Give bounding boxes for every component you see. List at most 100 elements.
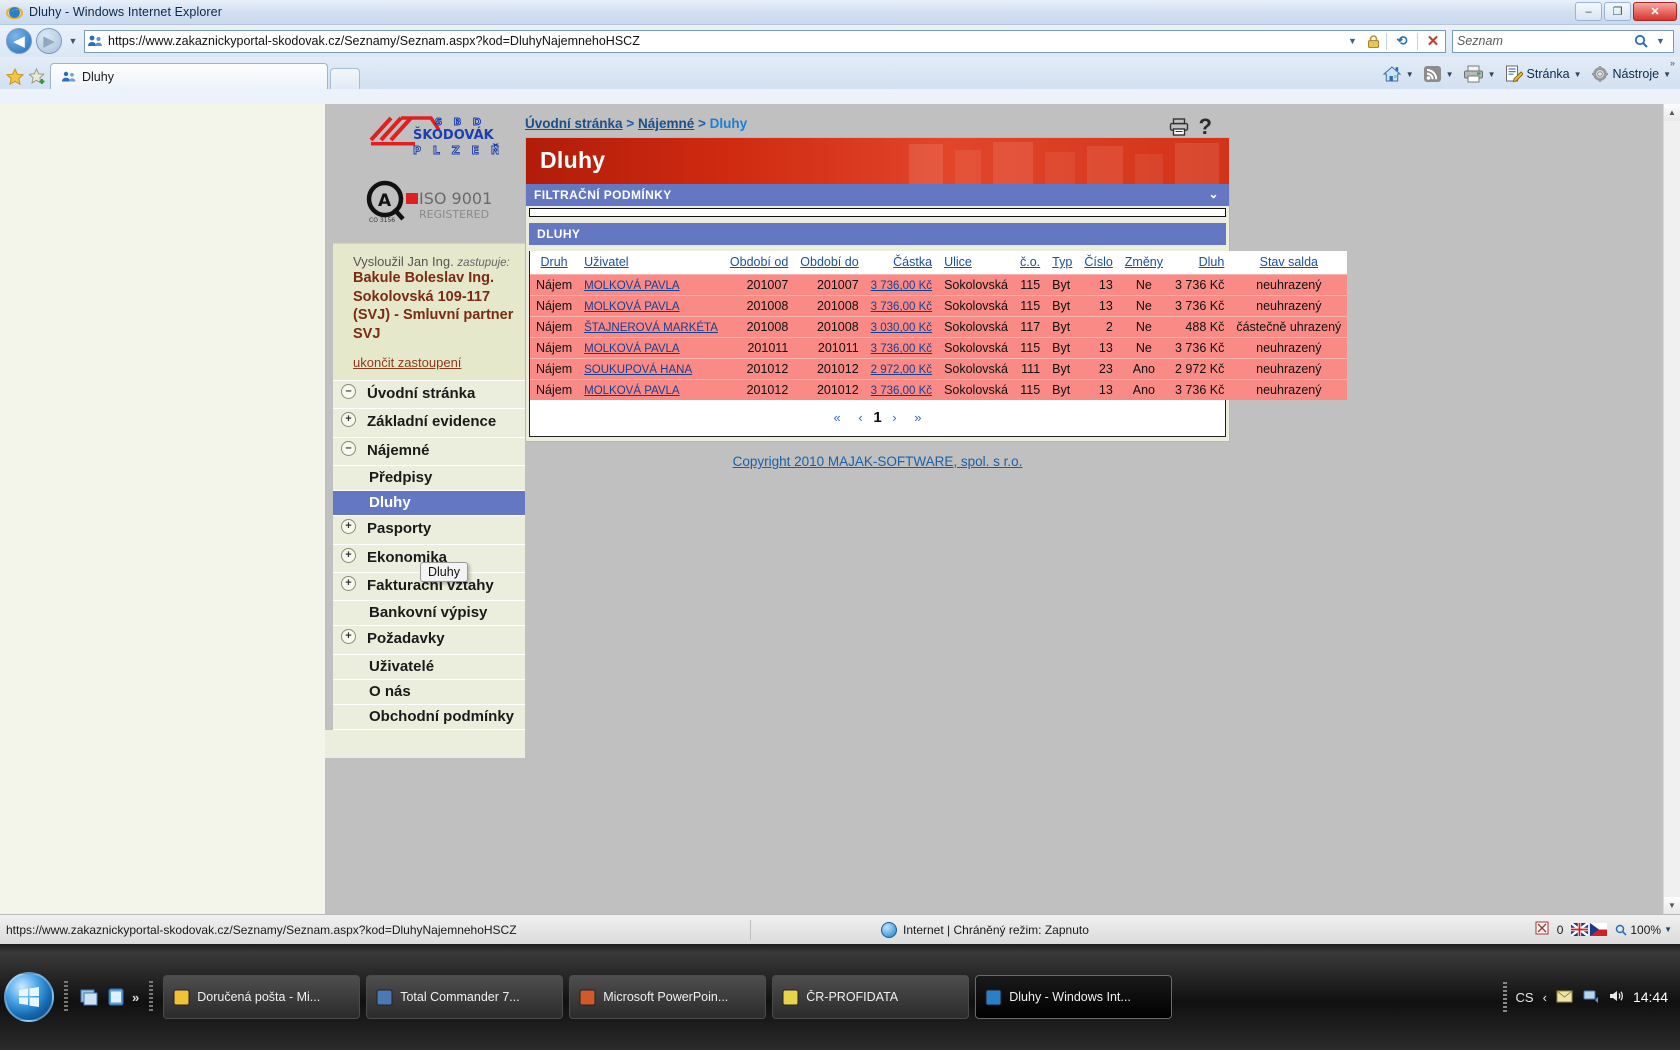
more-commands-icon[interactable]: » [1670, 58, 1675, 68]
user-link[interactable]: SOUKUPOVÁ HANA [584, 364, 692, 376]
column-header-dluh[interactable]: Dluh [1169, 251, 1231, 275]
recent-pages-dropdown-icon[interactable]: ▼ [66, 36, 80, 46]
column-header-zm-ny[interactable]: Změny [1118, 251, 1169, 275]
chevron-double-down-icon[interactable]: ⌄ [1209, 187, 1219, 201]
refresh-icon[interactable]: ⟲ [1392, 33, 1412, 49]
language-indicator[interactable]: CS [1516, 990, 1534, 1005]
chevron-down-icon[interactable]: ▼ [1664, 925, 1672, 934]
minimize-button[interactable]: – [1575, 2, 1602, 21]
end-representation-link[interactable]: ukončit zastoupení [353, 355, 461, 370]
sidebar-item-z-kladn-evidence[interactable]: + Základní evidence [333, 409, 525, 438]
breadcrumb-home[interactable]: Úvodní stránka [525, 116, 623, 131]
maximize-button[interactable]: ❐ [1604, 2, 1631, 21]
sidebar-item-po-adavky[interactable]: + Požadavky [333, 626, 525, 655]
table-row[interactable]: Nájem MOLKOVÁ PAVLA 201012 201012 3 736,00 K… [530, 379, 1348, 400]
user-link[interactable]: MOLKOVÁ PAVLA [584, 385, 679, 397]
sidebar-item-o-n-s[interactable]: O nás [333, 680, 525, 706]
home-button[interactable]: ▼ [1379, 62, 1417, 86]
amount-link[interactable]: 3 030,00 Kč [871, 322, 932, 334]
table-row[interactable]: Nájem ŠTAJNEROVÁ MARKÉTA 201008 201008 3 030… [530, 316, 1348, 338]
switch-windows-icon[interactable] [105, 986, 127, 1008]
table-row[interactable]: Nájem SOUKUPOVÁ HANA 201012 201012 2 972,00 … [530, 358, 1348, 380]
amount-link[interactable]: 3 736,00 Kč [871, 343, 932, 355]
user-link[interactable]: MOLKOVÁ PAVLA [584, 280, 679, 292]
stop-icon[interactable]: ✕ [1423, 32, 1443, 50]
search-icon[interactable] [1634, 34, 1648, 48]
address-dropdown-icon[interactable]: ▼ [1344, 36, 1361, 46]
expand-icon[interactable]: + [341, 575, 356, 591]
back-button[interactable]: ◀ [6, 28, 32, 54]
user-link[interactable]: MOLKOVÁ PAVLA [584, 301, 679, 313]
copyright-link[interactable]: Copyright 2010 MAJAK-SOFTWARE, spol. s r… [733, 454, 1023, 469]
new-tab-button[interactable] [330, 68, 360, 89]
print-button[interactable]: ▼ [1460, 62, 1499, 86]
chevron-down-icon[interactable]: ▼ [1663, 70, 1671, 79]
table-row[interactable]: Nájem MOLKOVÁ PAVLA 201008 201008 3 736,00 K… [530, 295, 1348, 317]
feeds-button[interactable]: ▼ [1420, 62, 1457, 86]
page-vertical-scrollbar[interactable]: ▲ ▼ [1663, 104, 1680, 914]
zoom-level[interactable]: 100% ▼ [1615, 923, 1672, 937]
script-error-icon[interactable] [1535, 921, 1549, 938]
sidebar-item-p-edpisy[interactable]: Předpisy [333, 466, 525, 492]
close-button[interactable]: ✕ [1633, 2, 1677, 21]
sidebar-item-bankovn-v-pisy[interactable]: Bankovní výpisy [333, 601, 525, 627]
page-menu-button[interactable]: Stránka ▼ [1502, 62, 1585, 86]
pager-last[interactable]: » [914, 410, 921, 425]
collapse-icon[interactable]: – [341, 440, 356, 456]
start-button[interactable] [4, 972, 54, 1022]
chevron-down-icon[interactable]: ▼ [1406, 70, 1414, 79]
sidebar-item-dluhy[interactable]: Dluhy [333, 491, 525, 517]
filter-panel-header[interactable]: FILTRAČNÍ PODMÍNKY ⌄ [526, 184, 1229, 206]
column-header-ulice[interactable]: Ulice [938, 251, 1014, 275]
taskbar-button[interactable]: Dluhy - Windows Int... [975, 975, 1173, 1019]
taskbar-button[interactable]: Total Commander 7... [366, 975, 564, 1019]
sidebar-item-pasporty[interactable]: + Pasporty [333, 516, 525, 545]
tray-overflow-icon[interactable]: ‹ [1543, 990, 1547, 1005]
taskbar-button[interactable]: Doručená pošta - Mi... [163, 975, 361, 1019]
add-to-favorites-icon[interactable] [28, 63, 48, 89]
scroll-up-arrow-icon[interactable]: ▲ [1664, 104, 1680, 121]
user-link[interactable]: ŠTAJNEROVÁ MARKÉTA [584, 322, 718, 334]
column-header-u-ivatel[interactable]: Uživatel [578, 251, 724, 275]
table-row[interactable]: Nájem MOLKOVÁ PAVLA 201007 201007 3 736,00 K… [530, 274, 1348, 296]
toolbar-grip[interactable] [64, 981, 68, 1013]
amount-link[interactable]: 3 736,00 Kč [871, 385, 932, 397]
sidebar-item-obchodn-podm-nky[interactable]: Obchodní podmínky [333, 705, 525, 731]
amount-link[interactable]: 3 736,00 Kč [871, 280, 932, 292]
user-link[interactable]: MOLKOVÁ PAVLA [584, 343, 679, 355]
pager-prev[interactable]: ‹ [858, 410, 862, 425]
mail-tray-icon[interactable] [1556, 989, 1573, 1006]
amount-link[interactable]: 3 736,00 Kč [871, 301, 932, 313]
chevron-down-icon[interactable]: ▼ [1574, 70, 1582, 79]
tray-grip[interactable] [1502, 982, 1507, 1012]
column-header-obdob-od[interactable]: Období od [723, 251, 795, 275]
column-header-stav-salda[interactable]: Stav salda [1230, 251, 1348, 275]
column-header-o[interactable]: č.o. [1014, 251, 1047, 275]
column-header-stka[interactable]: Částka [864, 251, 939, 275]
sidebar-item-vodn-str-nka[interactable]: – Úvodní stránka [333, 381, 525, 410]
address-bar[interactable]: https://www.zakaznickyportal-skodovak.cz… [84, 29, 1446, 53]
sidebar-item-n-jemn[interactable]: – Nájemné [333, 438, 525, 466]
taskbar-button[interactable]: ČR-PROFIDATA [772, 975, 970, 1019]
tools-menu-button[interactable]: Nástroje ▼ [1588, 62, 1674, 86]
network-tray-icon[interactable] [1582, 989, 1599, 1006]
favorites-star-icon[interactable] [4, 63, 26, 89]
pager-next[interactable]: › [892, 410, 896, 425]
chevron-down-icon[interactable]: ▼ [1446, 70, 1454, 79]
pager-first[interactable]: « [834, 410, 841, 425]
search-provider-dropdown-icon[interactable]: ▼ [1652, 36, 1669, 46]
scroll-down-arrow-icon[interactable]: ▼ [1664, 897, 1680, 914]
chevron-down-icon[interactable]: ▼ [1488, 70, 1496, 79]
column-header-slo[interactable]: Číslo [1078, 251, 1119, 275]
show-desktop-icon[interactable] [78, 986, 100, 1008]
taskbar-button[interactable]: Microsoft PowerPoin... [569, 975, 767, 1019]
taskbar-clock[interactable]: 14:44 [1633, 989, 1668, 1005]
column-header-typ[interactable]: Typ [1046, 251, 1079, 275]
forward-button[interactable]: ▶ [36, 28, 62, 54]
column-header-druh[interactable]: Druh [530, 251, 579, 275]
expand-icon[interactable]: + [341, 547, 356, 563]
table-row[interactable]: Nájem MOLKOVÁ PAVLA 201011 201011 3 736,00 K… [530, 337, 1348, 359]
search-box[interactable]: Seznam ▼ [1452, 29, 1674, 53]
browser-tab-dluhy[interactable]: Dluhy [50, 63, 328, 89]
help-icon[interactable]: ? [1199, 114, 1212, 140]
